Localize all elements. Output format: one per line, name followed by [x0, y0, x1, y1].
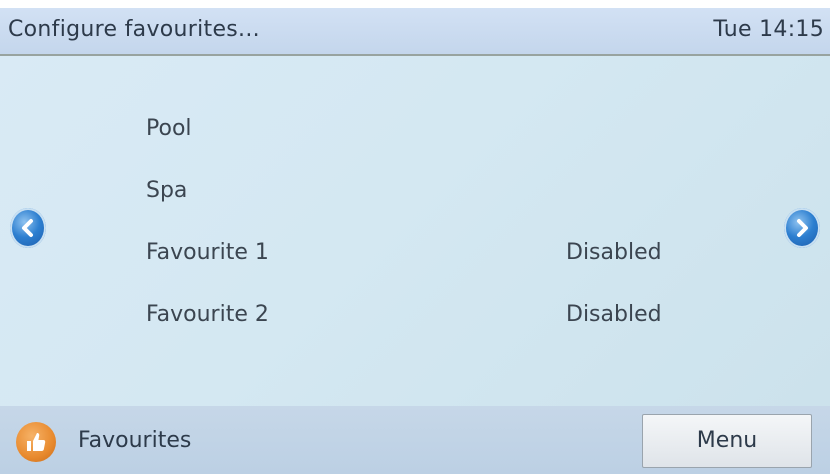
favourites-list: Pool Spa Favourite 1 Disabled Favourite … [0, 56, 830, 406]
item-status: Disabled [566, 240, 662, 265]
chevron-left-icon [22, 219, 33, 237]
thumbs-up-icon [27, 433, 46, 451]
page-title: Configure favourites... [8, 17, 260, 42]
favourites-button[interactable] [16, 422, 56, 462]
item-label: Favourite 2 [146, 302, 269, 327]
item-label: Pool [146, 116, 192, 141]
list-item-favourite-2[interactable]: Favourite 2 Disabled [0, 292, 830, 342]
chevron-right-icon [797, 219, 808, 237]
menu-button[interactable]: Menu [642, 414, 812, 468]
touchscreen: Configure favourites... Tue 14:15 Pool S… [0, 0, 830, 474]
next-page-button[interactable] [784, 208, 820, 248]
list-item-spa[interactable]: Spa [0, 168, 830, 218]
item-label: Favourite 1 [146, 240, 269, 265]
section-label: Favourites [78, 428, 192, 453]
previous-page-button[interactable] [10, 208, 46, 248]
list-item-favourite-1[interactable]: Favourite 1 Disabled [0, 230, 830, 280]
item-status: Disabled [566, 302, 662, 327]
clock: Tue 14:15 [713, 17, 824, 42]
title-bar: Configure favourites... Tue 14:15 [0, 8, 830, 56]
item-label: Spa [146, 178, 188, 203]
list-item-pool[interactable]: Pool [0, 106, 830, 156]
